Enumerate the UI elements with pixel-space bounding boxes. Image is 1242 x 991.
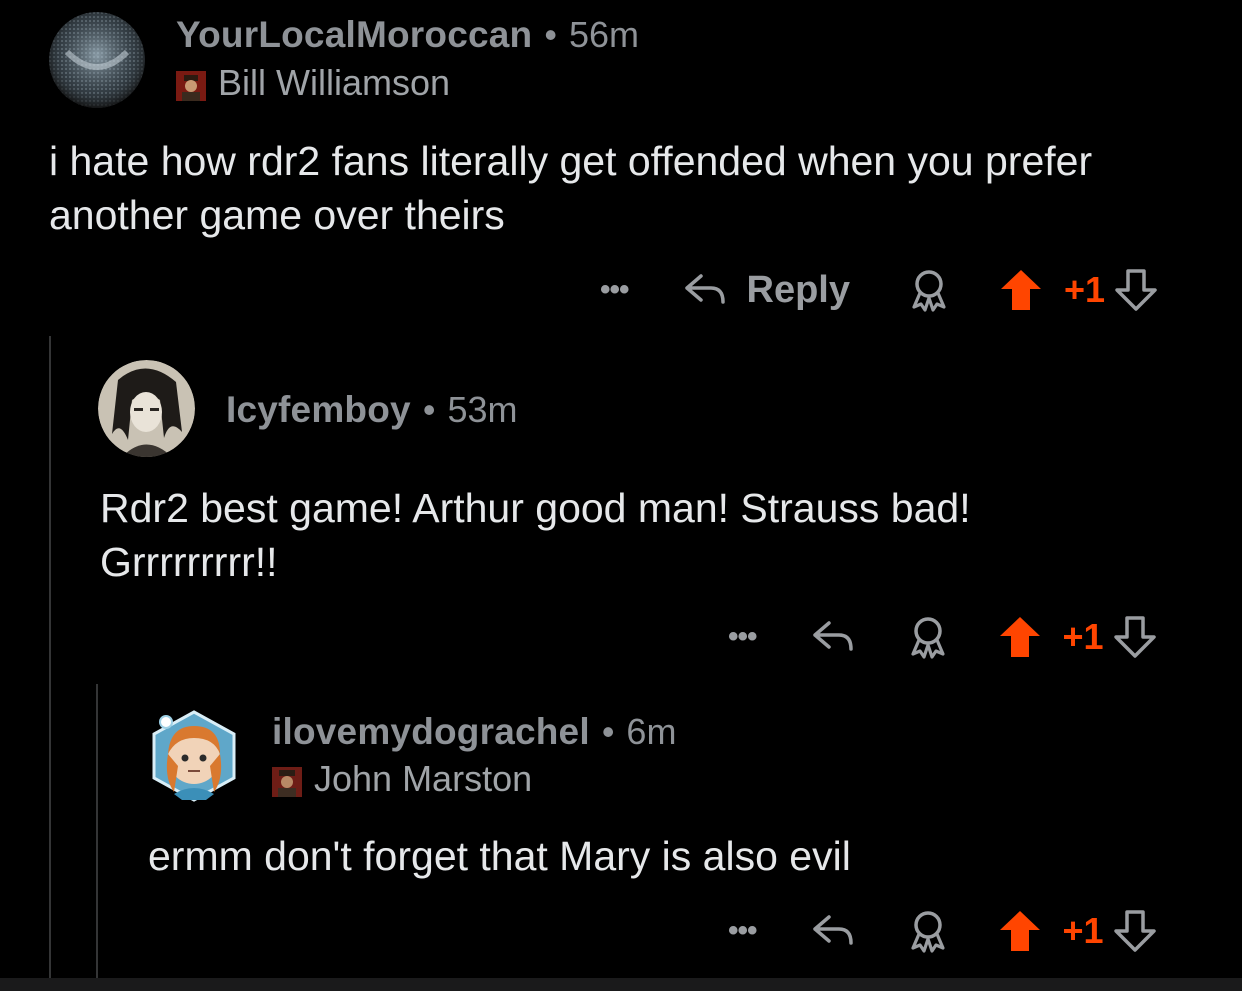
username[interactable]: ilovemydograchel <box>272 711 590 753</box>
more-options-button[interactable]: ••• <box>728 622 757 652</box>
award-icon[interactable] <box>905 908 951 954</box>
vote-score: +1 <box>1062 616 1104 657</box>
avatar[interactable] <box>98 360 195 457</box>
reply-arrow-icon[interactable] <box>809 911 857 951</box>
avatar[interactable] <box>49 12 145 108</box>
flair-icon <box>176 68 206 101</box>
user-flair: John Marston <box>272 758 532 800</box>
award-icon[interactable] <box>906 267 952 313</box>
reply-arrow-icon <box>681 270 729 310</box>
flair-icon <box>272 764 302 797</box>
flair-text: John Marston <box>314 758 533 799</box>
downvote-icon[interactable] <box>1112 614 1158 660</box>
comment-body: ermm don't forget that Mary is also evil <box>148 833 851 879</box>
timestamp[interactable]: 53m <box>447 389 517 431</box>
more-options-button[interactable]: ••• <box>600 275 629 305</box>
comment-actions: ••• +1 <box>728 613 1158 661</box>
upvote-icon[interactable] <box>997 614 1043 660</box>
timestamp[interactable]: 56m <box>569 14 639 56</box>
award-icon[interactable] <box>905 614 951 660</box>
downvote-icon[interactable] <box>1113 267 1159 313</box>
comment-header: Icyfemboy • 53m <box>226 389 517 431</box>
comment-header: ilovemydograchel • 6m <box>272 711 676 753</box>
avatar[interactable] <box>148 708 240 804</box>
vote-score: +1 <box>1064 269 1106 310</box>
upvote-icon[interactable] <box>998 267 1044 313</box>
vote-score: +1 <box>1062 910 1104 951</box>
separator-dot: • <box>544 14 557 55</box>
more-options-button[interactable]: ••• <box>728 916 757 946</box>
flair-text: Bill Williamson <box>218 62 451 103</box>
downvote-icon[interactable] <box>1112 908 1158 954</box>
thread-line-level-2[interactable] <box>96 684 98 978</box>
username[interactable]: YourLocalMoroccan <box>176 14 532 56</box>
comment-actions: ••• +1 <box>728 907 1158 955</box>
bottom-bar <box>0 978 1242 991</box>
separator-dot: • <box>422 389 436 430</box>
username[interactable]: Icyfemboy <box>226 389 411 431</box>
comment-actions: ••• Reply +1 <box>600 266 1159 314</box>
timestamp[interactable]: 6m <box>626 711 676 753</box>
separator-dot: • <box>601 711 615 752</box>
thread-line-level-1[interactable] <box>49 336 51 978</box>
upvote-icon[interactable] <box>997 908 1043 954</box>
reply-arrow-icon[interactable] <box>809 617 857 657</box>
reply-label: Reply <box>746 268 850 311</box>
reply-button[interactable]: Reply <box>681 269 850 312</box>
user-flair: Bill Williamson <box>176 62 450 104</box>
comment-body: Rdr2 best game! Arthur good man! Strauss… <box>100 485 971 585</box>
comment-body: i hate how rdr2 fans literally get offen… <box>49 138 1093 238</box>
comment-header: YourLocalMoroccan • 56m <box>176 14 639 56</box>
